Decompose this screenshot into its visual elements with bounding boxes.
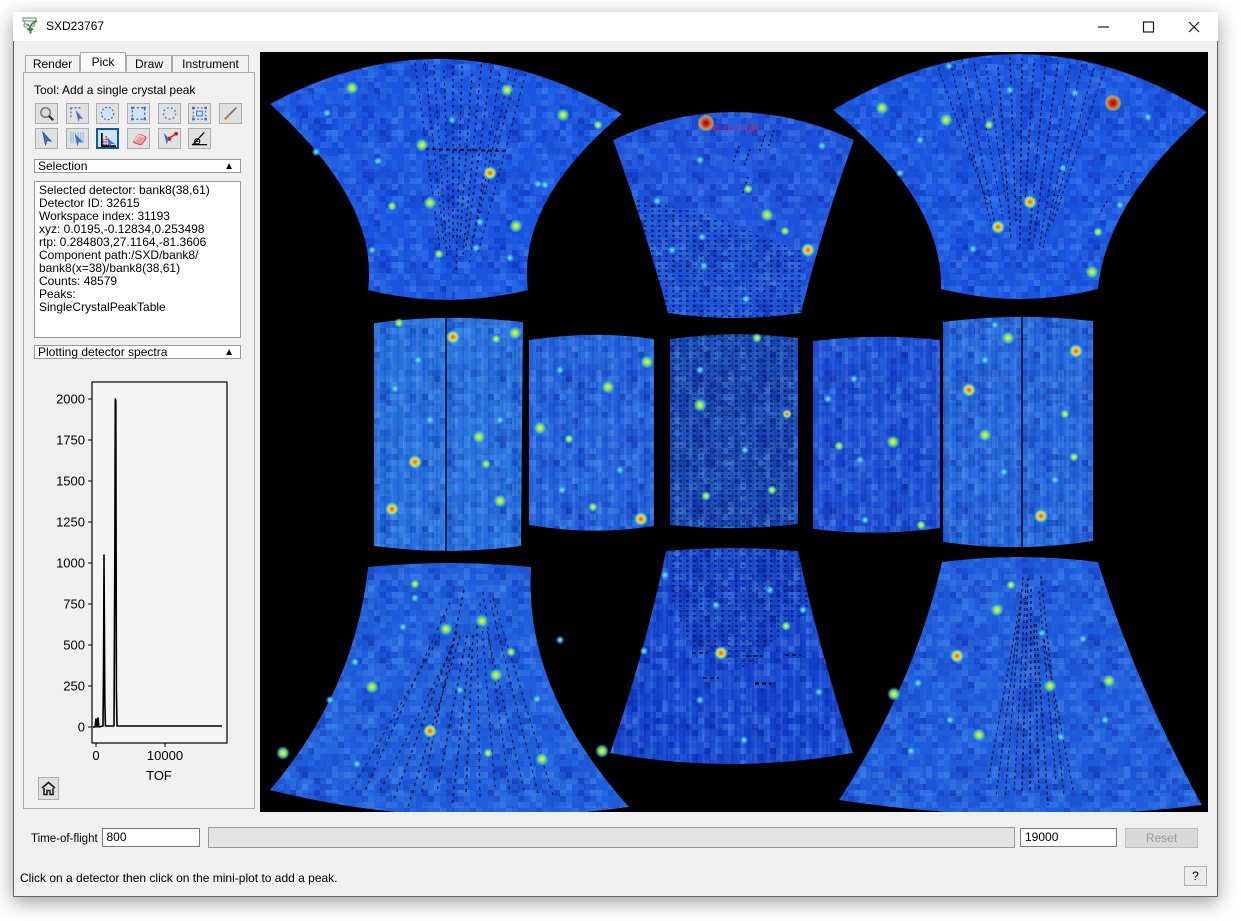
svg-text:10000: 10000 [147, 748, 183, 763]
svg-text:750: 750 [63, 597, 85, 612]
svg-text:250: 250 [63, 679, 85, 694]
svg-text:0 0 0 [0]: 0 0 0 [0] [713, 123, 760, 135]
svg-text:500: 500 [63, 638, 85, 653]
svg-text:1000: 1000 [56, 556, 85, 571]
svg-text:1250: 1250 [56, 515, 85, 530]
svg-text:1500: 1500 [56, 474, 85, 489]
svg-text:0: 0 [92, 748, 99, 763]
svg-text:2000: 2000 [56, 392, 85, 407]
svg-text:TOF: TOF [146, 768, 172, 783]
svg-text:1750: 1750 [56, 433, 85, 448]
svg-text:0: 0 [78, 720, 85, 735]
